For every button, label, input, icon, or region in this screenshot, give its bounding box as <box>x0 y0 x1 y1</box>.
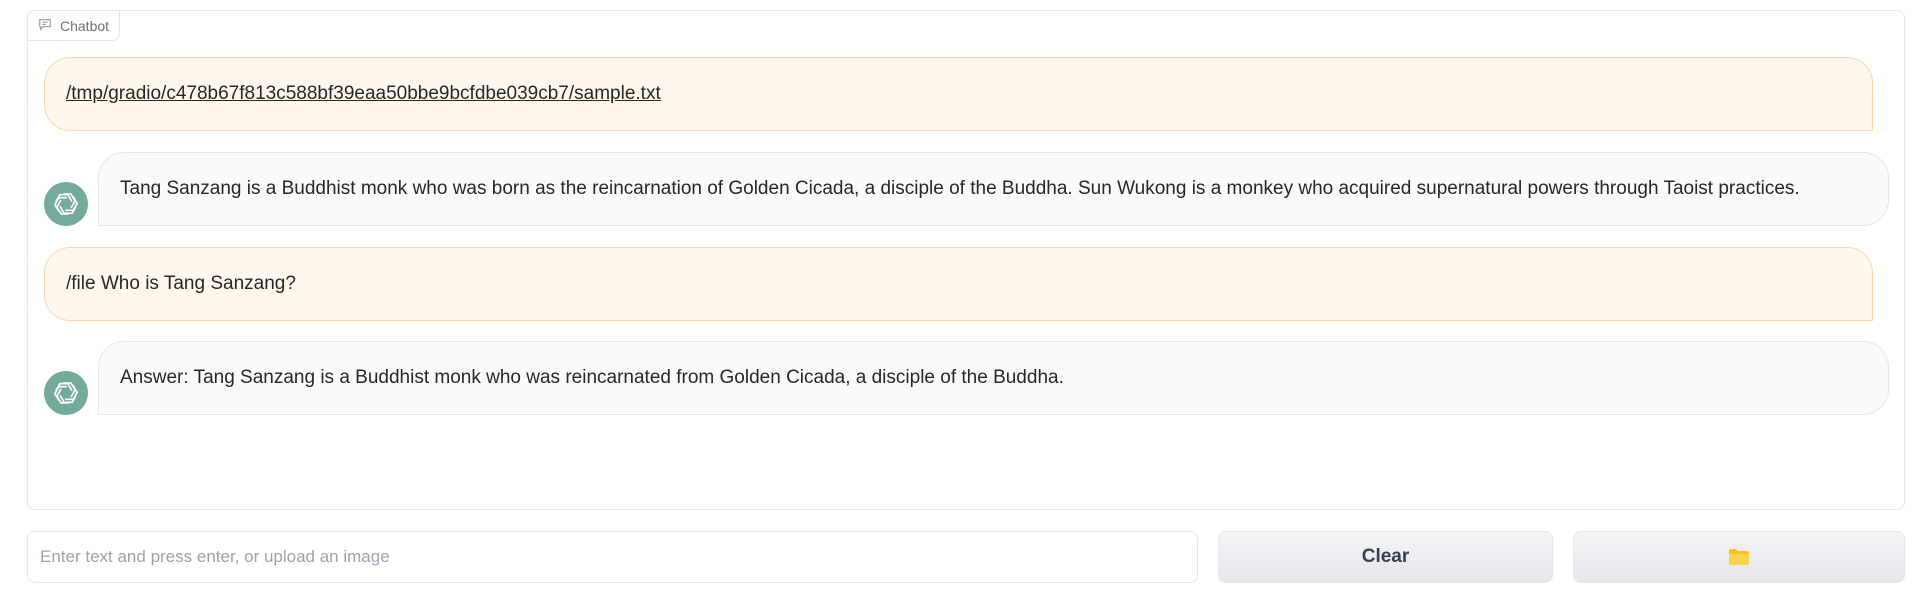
folder-icon <box>1729 549 1749 565</box>
user-message: /file Who is Tang Sanzang? <box>44 247 1873 321</box>
chat-icon <box>38 17 52 34</box>
bot-message-text: Tang Sanzang is a Buddhist monk who was … <box>120 178 1800 199</box>
clear-button[interactable]: Clear <box>1218 531 1553 583</box>
clear-button-label: Clear <box>1361 546 1410 567</box>
bot-message-text: Answer: Tang Sanzang is a Buddhist monk … <box>120 367 1064 388</box>
chat-input[interactable] <box>27 531 1198 583</box>
file-link[interactable]: /tmp/gradio/c478b67f813c588bf39eaa50bbe9… <box>66 82 661 106</box>
bot-avatar <box>44 371 88 415</box>
user-message: /tmp/gradio/c478b67f813c588bf39eaa50bbe9… <box>44 57 1873 131</box>
upload-button[interactable] <box>1573 531 1905 583</box>
chatbot-label-text: Chatbot <box>60 17 110 34</box>
bot-message: Answer: Tang Sanzang is a Buddhist monk … <box>98 341 1889 415</box>
user-message-text: /file Who is Tang Sanzang? <box>66 273 296 294</box>
openai-logo-icon <box>53 193 79 215</box>
openai-logo-icon <box>53 382 79 404</box>
bot-message: Tang Sanzang is a Buddhist monk who was … <box>98 152 1889 226</box>
chatbot-label: Chatbot <box>27 10 121 41</box>
chatbot-panel: Chatbot /tmp/gradio/c478b67f813c588bf39e… <box>27 10 1905 510</box>
bot-avatar <box>44 182 88 226</box>
